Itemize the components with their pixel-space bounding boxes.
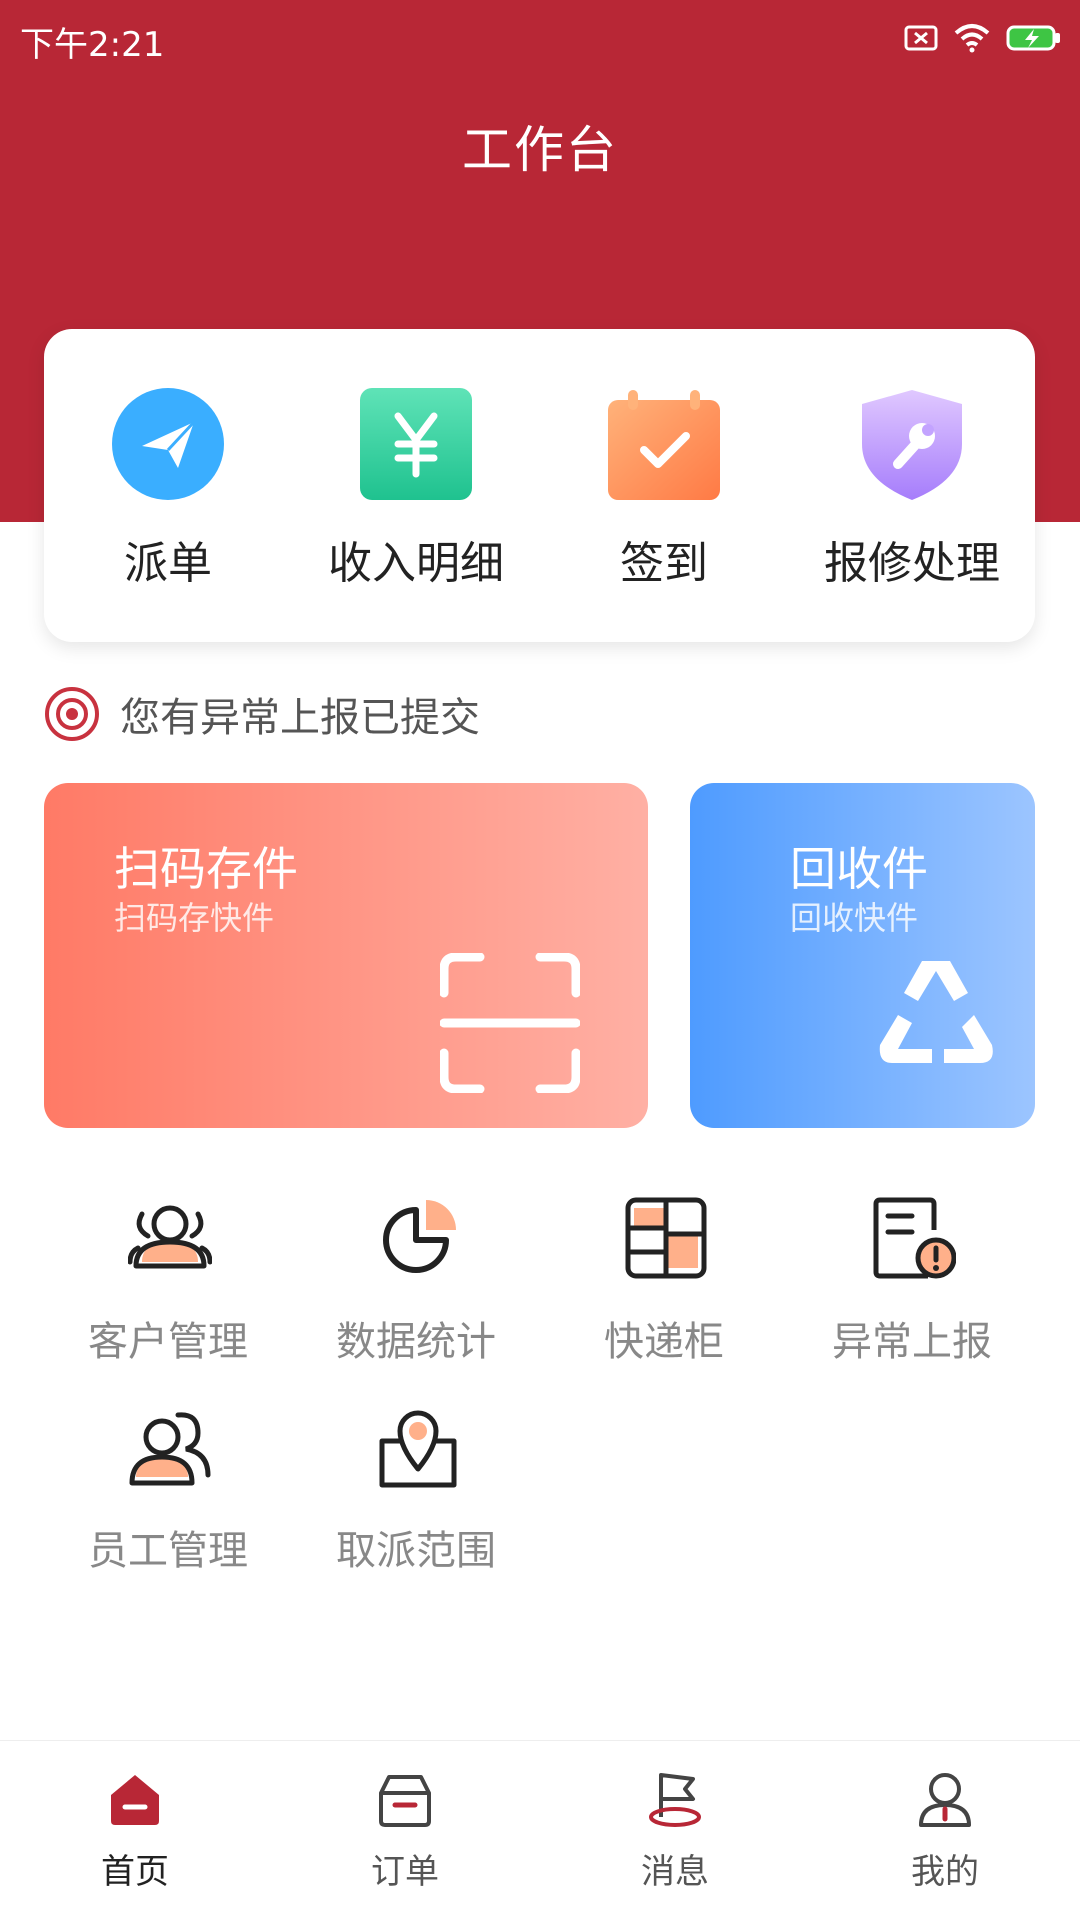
grid-item-statistics[interactable]: 数据统计 (292, 1196, 540, 1386)
nav-tab-home[interactable]: 首页 (0, 1741, 270, 1920)
quick-action-label: 派单 (124, 538, 212, 589)
grid-item-exception-report[interactable]: 异常上报 (788, 1196, 1036, 1386)
quick-action-dispatch[interactable]: 派单 (44, 329, 292, 642)
nav-tab-label: 消息 (641, 1852, 709, 1892)
grid-item-label: 快递柜 (604, 1319, 724, 1365)
grid-item-label: 客户管理 (88, 1319, 248, 1365)
yuan-icon (360, 388, 472, 500)
quick-action-checkin[interactable]: 签到 (540, 329, 788, 642)
wifi-icon (954, 24, 990, 53)
status-time: 下午2:21 (20, 25, 165, 65)
pie-chart-icon (383, 1200, 456, 1273)
nav-tab-profile[interactable]: 我的 (810, 1741, 1080, 1920)
quick-action-label: 收入明细 (328, 538, 504, 589)
nav-tab-label: 订单 (371, 1852, 439, 1892)
paper-plane-icon (112, 388, 224, 500)
scan-icon (440, 953, 580, 1093)
nav-tab-messages[interactable]: 消息 (540, 1741, 810, 1920)
nav-tab-label: 首页 (101, 1852, 169, 1892)
home-icon (111, 1775, 159, 1825)
grid-item-service-range[interactable]: 取派范围 (292, 1405, 540, 1595)
grid-item-label: 取派范围 (336, 1528, 496, 1574)
scan-deposit-card[interactable]: 扫码存件 扫码存快件 (44, 783, 648, 1128)
quick-action-label: 签到 (620, 538, 708, 589)
customers-icon (128, 1205, 212, 1269)
card-subtitle: 回收快件 (790, 899, 919, 937)
quick-action-income[interactable]: 收入明细 (292, 329, 540, 642)
no-sim-icon (904, 25, 938, 51)
staff-icon (129, 1412, 211, 1486)
nav-tab-label: 我的 (911, 1852, 979, 1892)
locker-icon (625, 1197, 707, 1279)
grid-item-label: 数据统计 (336, 1319, 496, 1365)
profile-icon (919, 1773, 971, 1827)
grid-item-customers[interactable]: 客户管理 (44, 1196, 292, 1386)
card-subtitle: 扫码存快件 (114, 899, 275, 937)
grid-item-label: 异常上报 (832, 1319, 992, 1365)
shield-wrench-icon (862, 390, 962, 500)
status-icons (904, 18, 1062, 58)
bottom-nav: 首页 订单 消息 我的 (0, 1740, 1080, 1920)
quick-action-repair[interactable]: 报修处理 (788, 329, 1036, 642)
notice-text: 您有异常上报已提交 (120, 695, 480, 741)
target-icon (45, 687, 99, 741)
calendar-check-icon (608, 390, 720, 500)
report-alert-icon (873, 1197, 956, 1279)
card-title: 扫码存件 (114, 842, 298, 896)
message-flag-icon (649, 1773, 701, 1827)
recycle-icon (879, 961, 993, 1063)
page-title: 工作台 (462, 121, 618, 179)
map-range-icon (379, 1410, 457, 1488)
grid-item-locker[interactable]: 快递柜 (540, 1196, 788, 1386)
quick-action-label: 报修处理 (824, 538, 1000, 589)
recycle-card[interactable]: 回收件 回收快件 (690, 783, 1035, 1128)
order-box-icon (379, 1775, 431, 1827)
status-bar: 下午2:21 (0, 0, 1080, 76)
notice-bar[interactable]: 您有异常上报已提交 (44, 686, 480, 742)
quick-actions-card: 派单 收入明细 签到 报修处理 (44, 329, 1035, 642)
battery-charging-icon (1006, 25, 1060, 51)
grid-item-label: 员工管理 (88, 1528, 248, 1574)
nav-tab-orders[interactable]: 订单 (270, 1741, 540, 1920)
grid-item-staff[interactable]: 员工管理 (44, 1405, 292, 1595)
card-title: 回收件 (790, 842, 928, 896)
